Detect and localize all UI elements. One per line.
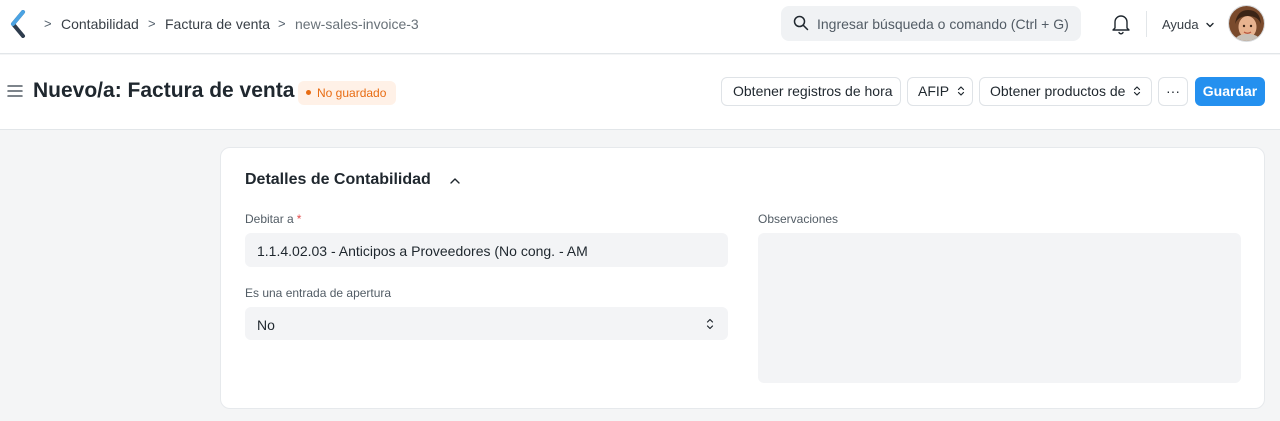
get-time-records-button[interactable]: Obtener registros de hora bbox=[721, 77, 901, 106]
status-text: No guardado bbox=[317, 86, 387, 100]
status-dot-icon bbox=[306, 90, 311, 95]
get-items-from-label: Obtener productos de bbox=[990, 83, 1126, 99]
breadcrumb-separator-icon: > bbox=[278, 16, 286, 31]
opening-entry-label: Es una entrada de apertura bbox=[245, 286, 392, 300]
opening-entry-select[interactable]: No bbox=[245, 307, 728, 340]
bell-icon[interactable] bbox=[1111, 13, 1131, 35]
accounting-details-section: Detalles de Contabilidad Debitar a * 1.1.… bbox=[220, 147, 1265, 409]
help-dropdown[interactable]: Ayuda bbox=[1162, 17, 1215, 32]
opening-entry-value: No bbox=[257, 317, 275, 333]
page-header: Nuevo/a: Factura de venta No guardado Ob… bbox=[0, 55, 1280, 130]
status-badge: No guardado bbox=[298, 81, 397, 105]
select-arrows-icon bbox=[957, 86, 964, 96]
breadcrumb-separator-icon: > bbox=[148, 16, 156, 31]
search-input[interactable]: Ingresar búsqueda o comando (Ctrl + G) bbox=[781, 6, 1081, 41]
more-actions-icon: ··· bbox=[1166, 83, 1180, 99]
user-avatar[interactable] bbox=[1228, 5, 1265, 42]
debit-to-value: 1.1.4.02.03 - Anticipos a Proveedores (N… bbox=[257, 243, 588, 259]
get-items-from-dropdown[interactable]: Obtener productos de bbox=[979, 77, 1152, 106]
required-marker: * bbox=[296, 212, 302, 226]
debit-to-label-text: Debitar a bbox=[245, 212, 294, 226]
search-placeholder: Ingresar búsqueda o comando (Ctrl + G) bbox=[817, 16, 1069, 32]
page-title: Nuevo/a: Factura de venta bbox=[33, 79, 295, 102]
more-actions-button[interactable]: ··· bbox=[1158, 77, 1188, 106]
remarks-label: Observaciones bbox=[758, 212, 839, 226]
select-arrows-icon bbox=[1134, 86, 1141, 96]
afip-dropdown[interactable]: AFIP bbox=[907, 77, 973, 106]
select-arrows-icon bbox=[706, 318, 714, 330]
help-label: Ayuda bbox=[1162, 17, 1199, 32]
top-navbar: > Contabilidad > Factura de venta > new-… bbox=[0, 0, 1280, 54]
app-logo-icon[interactable] bbox=[8, 10, 28, 38]
get-time-records-label: Obtener registros de hora bbox=[733, 83, 893, 99]
save-button[interactable]: Guardar bbox=[1195, 77, 1265, 106]
user-avatar-image bbox=[1229, 6, 1264, 41]
breadcrumb-separator-icon: > bbox=[44, 16, 52, 31]
sidebar-toggle-icon[interactable] bbox=[7, 84, 23, 98]
section-title[interactable]: Detalles de Contabilidad bbox=[245, 171, 431, 189]
navbar-divider bbox=[1146, 11, 1147, 37]
search-icon bbox=[793, 15, 809, 31]
afip-label: AFIP bbox=[918, 83, 949, 99]
remarks-textarea[interactable] bbox=[758, 233, 1241, 383]
debit-to-field[interactable]: 1.1.4.02.03 - Anticipos a Proveedores (N… bbox=[245, 233, 728, 267]
debit-to-label: Debitar a * bbox=[245, 212, 301, 226]
breadcrumb-current-document[interactable]: new-sales-invoice-3 bbox=[295, 16, 419, 32]
chevron-up-icon[interactable] bbox=[449, 176, 461, 186]
breadcrumb-factura-de-venta[interactable]: Factura de venta bbox=[165, 16, 270, 32]
chevron-down-icon bbox=[1206, 22, 1214, 28]
breadcrumb-contabilidad[interactable]: Contabilidad bbox=[61, 16, 139, 32]
